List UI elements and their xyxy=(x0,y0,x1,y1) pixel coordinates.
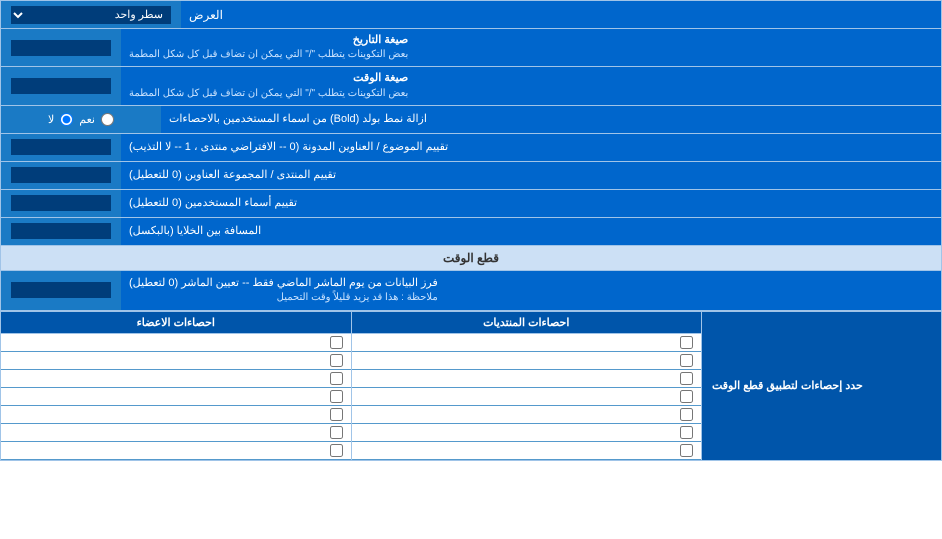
user-sort-label: تقييم أسماء المستخدمين (0 للتعطيل) xyxy=(121,190,941,217)
user-sort-input[interactable]: 0 xyxy=(11,195,111,211)
display-dropdown[interactable]: سطر واحد xyxy=(11,6,171,24)
stats-item: آخر المشاركات xyxy=(352,334,702,352)
stats-item: الأعلى تقييم xyxy=(1,406,351,424)
bold-remove-label: ازالة نمط بولد (Bold) من اسماء المستخدمي… xyxy=(161,106,941,133)
bold-no-label: لا xyxy=(48,113,54,126)
forum-sort-input-cell: 33 xyxy=(1,162,121,189)
stat-member-2-checkbox[interactable] xyxy=(330,372,343,385)
stats-forums-header: احصاءات المنتديات xyxy=(352,312,702,334)
stats-item: أعلى المشاركين xyxy=(1,370,351,388)
stats-item: آخر مشاركات المدونة xyxy=(352,442,702,460)
topic-sort-input[interactable]: 33 xyxy=(11,139,111,155)
stats-item: أعلى المخالفين xyxy=(1,442,351,460)
stat-forum-6-checkbox[interactable] xyxy=(680,444,693,457)
stat-member-0-checkbox[interactable] xyxy=(330,336,343,349)
topic-sort-input-cell: 33 xyxy=(1,134,121,161)
stat-member-3-checkbox[interactable] xyxy=(330,390,343,403)
time-format-label: صيغة الوقت بعض التكوينات يتطلب "/" التي … xyxy=(121,67,941,104)
topic-sort-label: تقييم الموضوع / العناوين المدونة (0 -- ا… xyxy=(121,134,941,161)
forum-sort-label: تقييم المنتدى / المجموعة العناوين (0 للت… xyxy=(121,162,941,189)
cell-spacing-input[interactable]: 2 xyxy=(11,223,111,239)
date-format-input[interactable]: d-m xyxy=(11,40,111,56)
time-format-input[interactable]: H:i xyxy=(11,78,111,94)
user-sort-input-cell: 0 xyxy=(1,190,121,217)
time-section-input-cell: 0 xyxy=(1,271,121,310)
stat-forum-0-checkbox[interactable] xyxy=(680,336,693,349)
forum-sort-input[interactable]: 33 xyxy=(11,167,111,183)
stats-item: اكثر المواضيع مشاهدة xyxy=(352,370,702,388)
stats-members-header: احصاءات الاعضاء xyxy=(1,312,351,334)
date-format-label: صيغة التاريخ بعض التكوينات يتطلب "/" الت… xyxy=(121,29,941,66)
time-section-input[interactable]: 0 xyxy=(11,282,111,298)
cell-spacing-label: المسافة بين الخلايا (بالبكسل) xyxy=(121,218,941,245)
stats-item: أعلى الداعين xyxy=(1,388,351,406)
bold-yes-radio[interactable] xyxy=(101,113,114,126)
time-format-input-cell: H:i xyxy=(1,67,121,104)
bold-no-radio[interactable] xyxy=(60,113,73,126)
date-format-input-cell: d-m xyxy=(1,29,121,66)
stat-forum-5-checkbox[interactable] xyxy=(680,426,693,439)
dropdown-cell: سطر واحد xyxy=(1,1,181,28)
stat-forum-4-checkbox[interactable] xyxy=(680,408,693,421)
stat-member-1-checkbox[interactable] xyxy=(330,354,343,367)
stat-member-4-checkbox[interactable] xyxy=(330,408,343,421)
time-section-header: قطع الوقت xyxy=(1,246,941,271)
stats-item: الاكثر شكراً xyxy=(1,424,351,442)
limit-label: حدد إحصاءات لتطبيق قطع الوقت xyxy=(701,312,941,460)
stats-item: أعلى كتاب المواضيع xyxy=(1,352,351,370)
cell-spacing-input-cell: 2 xyxy=(1,218,121,245)
stats-item: المواضيع الساخنة xyxy=(352,388,702,406)
stat-forum-1-checkbox[interactable] xyxy=(680,354,693,367)
stats-item: الاعضاء الجدد xyxy=(1,334,351,352)
bold-yes-label: نعم xyxy=(79,113,95,126)
stat-member-6-checkbox[interactable] xyxy=(330,444,343,457)
stat-forum-3-checkbox[interactable] xyxy=(680,390,693,403)
stats-item: آخر أخبار المنتدى xyxy=(352,352,702,370)
stat-forum-2-checkbox[interactable] xyxy=(680,372,693,385)
stats-item: أحدث الإعلانات المبوبة xyxy=(352,424,702,442)
stats-item: المنتديات الاكثر شبية xyxy=(352,406,702,424)
bold-remove-radio-cell: نعم لا xyxy=(1,106,161,133)
time-section-label: فرز البيانات من يوم الماشر الماضي فقط --… xyxy=(121,271,941,310)
stat-member-5-checkbox[interactable] xyxy=(330,426,343,439)
display-label: العرض xyxy=(181,1,941,28)
